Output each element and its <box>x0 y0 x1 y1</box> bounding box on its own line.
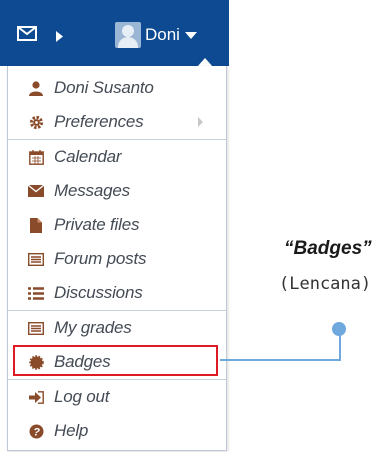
user-avatar <box>115 22 141 48</box>
envelope-icon[interactable] <box>17 26 37 46</box>
menu-item-label: Log out <box>54 387 110 406</box>
user-name: Doni <box>145 25 180 44</box>
user-dropdown-menu: Doni Susanto Preferences Calendar Messag… <box>7 66 227 451</box>
list-alt-icon <box>28 320 44 336</box>
question-circle-icon: ? <box>28 423 44 439</box>
highlight-box <box>13 345 218 376</box>
menu-item-my-grades[interactable]: My grades <box>8 311 226 345</box>
navbar: Doni <box>0 0 229 66</box>
user-icon <box>28 80 44 96</box>
callout-dot <box>332 322 346 336</box>
menu-item-messages[interactable]: Messages <box>8 174 226 208</box>
menu-item-help[interactable]: ? Help <box>8 414 226 448</box>
menu-item-calendar[interactable]: Calendar <box>8 140 226 174</box>
menu-item-forum-posts[interactable]: Forum posts <box>8 242 226 276</box>
menu-item-label: Private files <box>54 215 140 234</box>
menu-item-label: My grades <box>54 318 132 337</box>
caret-down-icon <box>184 31 197 39</box>
user-menu-button[interactable]: Doni <box>115 21 197 49</box>
menu-item-label: Help <box>54 421 89 440</box>
menu-item-label: Doni Susanto <box>54 78 154 97</box>
svg-text:?: ? <box>33 426 40 438</box>
menu-item-profile[interactable]: Doni Susanto <box>8 71 226 105</box>
callout-title: “Badges” <box>284 238 372 259</box>
menu-item-label: Discussions <box>54 283 143 302</box>
menu-item-label: Forum posts <box>54 249 147 268</box>
list-icon <box>28 285 44 301</box>
file-icon <box>28 217 44 233</box>
chevron-right-icon <box>198 117 203 127</box>
sign-out-icon <box>28 389 44 405</box>
menu-item-label: Calendar <box>54 147 122 166</box>
envelope-icon <box>28 183 44 199</box>
menu-item-private-files[interactable]: Private files <box>8 208 226 242</box>
callout-line-horizontal <box>220 359 341 361</box>
cog-icon <box>28 114 44 130</box>
menu-item-log-out[interactable]: Log out <box>8 380 226 414</box>
list-alt-icon <box>28 251 44 267</box>
calendar-icon <box>28 149 44 165</box>
menu-item-discussions[interactable]: Discussions <box>8 276 226 310</box>
menu-item-preferences[interactable]: Preferences <box>8 105 226 139</box>
callout-subtitle: (Lencana) <box>279 274 372 294</box>
menu-item-label: Messages <box>54 181 130 200</box>
caret-right-icon[interactable] <box>56 29 64 47</box>
menu-item-label: Preferences <box>54 112 144 131</box>
